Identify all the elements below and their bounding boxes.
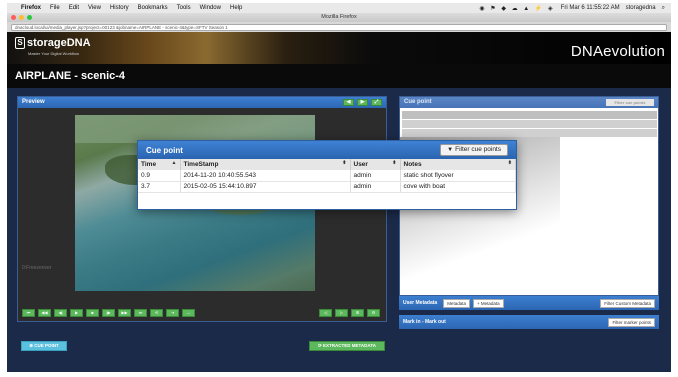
column-user[interactable]: User ⬍ [350,159,401,170]
filter-cue-points-button[interactable]: ▼ Filter cue points [440,144,508,156]
filter-custom-metadata-button[interactable]: Filter Custom Metadata [600,298,655,308]
video-frame-shore [75,115,315,143]
cell-notes: cove with boat [400,181,516,193]
cue-point-popup: Cue point ▼ Filter cue points Time ▲ TimeS… [137,140,517,210]
sort-icon[interactable]: ⬍ [392,160,396,166]
sort-asc-icon[interactable]: ▲ [172,160,177,166]
menu-edit[interactable]: Edit [69,5,79,11]
panel-table-row[interactable] [402,129,657,137]
browser-title-bar: Mozilla Firefox [7,13,671,22]
play-button[interactable]: ▶ [70,309,83,317]
logo-name: storageDNA [27,37,91,49]
page-title: AIRPLANE - scenic-4 [15,70,126,82]
table-row[interactable]: 3.7 2015-02-05 15:44:10.897 admin cove w… [138,181,516,193]
stop-button[interactable]: ■ [86,309,99,317]
cell-user: admin [350,181,401,193]
title-bar: AIRPLANE - scenic-4 [7,64,671,88]
url-bar[interactable]: dnacloud.local/ui/media_player.jsp?proje… [11,23,667,31]
go-end-button[interactable]: ⏭ [134,309,147,317]
next-frame-button[interactable]: ▶ [357,99,368,106]
cue-point-panel-title: Cue point [404,99,432,105]
volume-down-button[interactable]: ◁ [319,309,332,317]
step-back-button[interactable]: ◀| [54,309,67,317]
column-notes[interactable]: Notes ⬍ [400,159,516,170]
go-start-button[interactable]: ⏮ [22,309,35,317]
column-timestamp[interactable]: TimeStamp ⬍ [180,159,351,170]
browser-toolbar: dnacloud.local/ui/media_player.jsp?proje… [7,22,671,32]
menu-history[interactable]: History [110,5,129,11]
cell-timestamp: 2014-11-20 10:40:55.543 [180,170,351,182]
preview-title: Preview [22,99,45,105]
app-header: SstorageDNA Master Your Digital Workflow… [7,32,671,64]
fast-forward-button[interactable]: ▶▶ [118,309,131,317]
cue-point-table: Time ▲ TimeStamp ⬍ User ⬍ Notes ⬍ 0.9 2014-1… [138,159,516,193]
brand-title: DNAevolution [570,43,665,60]
grid-button[interactable]: ⊞ [351,309,364,317]
table-row[interactable]: 0.9 2014-11-20 10:40:55.543 admin static… [138,170,516,182]
cell-timestamp: 2015-02-05 15:44:10.897 [180,181,351,193]
column-time[interactable]: Time ▲ [138,159,181,170]
popup-title: Cue point [146,146,183,155]
fullscreen-button[interactable]: ⤢ [371,99,382,106]
panel-table-row[interactable] [402,120,657,128]
sort-icon[interactable]: ⬍ [508,160,512,166]
mark-in-button[interactable]: ⇥ [166,309,179,317]
menu-view[interactable]: View [88,5,101,11]
menu-help[interactable]: Help [230,5,242,11]
spotlight-icon[interactable]: ⌕ [662,5,665,12]
transport-controls-right: ◁ ▷ ⊞ ⚙ [319,309,380,317]
minimize-window-icon[interactable] [19,15,24,20]
preview-header: Preview ◀ ▶ ⤢ [18,97,386,108]
mark-in-out-bar: Mark in - Mark out Filter marker points [399,315,659,329]
cue-point-button[interactable]: ⊕ CUE POINT [21,341,67,351]
cell-user: admin [350,170,401,182]
menu-clock[interactable]: Fri Mar 6 11:55:22 AM [561,5,620,11]
filter-marker-points-button[interactable]: Filter marker points [608,317,655,327]
user-metadata-label: User Metadata [403,300,438,306]
menu-window[interactable]: Window [200,5,221,11]
close-window-icon[interactable] [11,15,16,20]
menu-app-firefox[interactable]: Firefox [21,5,41,11]
panel-table [402,111,657,138]
volume-up-button[interactable]: ▷ [335,309,348,317]
transport-controls: ⏮ ◀◀ ◀| ▶ ■ |▶ ▶▶ ⏭ ⟲ ⇥ ↔ [22,309,195,317]
cell-time: 3.7 [138,181,181,193]
cell-notes: static shot flyover [400,170,516,182]
logo-s-icon: S [15,37,25,49]
menu-user[interactable]: storagedna [626,5,656,11]
menu-tools[interactable]: Tools [177,5,191,11]
panel-filter-button[interactable]: Filter cue points [606,99,654,106]
mac-menu-bar: Firefox File Edit View History Bookmarks… [7,3,671,13]
zoom-window-icon[interactable] [27,15,32,20]
menu-file[interactable]: File [50,5,60,11]
filter-icon: ▼ [447,147,454,153]
cell-time: 0.9 [138,170,181,182]
add-metadata-button[interactable]: + Metadata [472,298,504,308]
cue-point-popup-header: Cue point ▼ Filter cue points [138,141,516,159]
menu-bookmarks[interactable]: Bookmarks [138,5,168,11]
timecode-label: 0:Freezeover [22,265,52,271]
filter-cue-points-label: Filter cue points [455,146,501,153]
table-header-row: Time ▲ TimeStamp ⬍ User ⬍ Notes ⬍ [138,159,516,170]
logo-tagline: Master Your Digital Workflow [28,51,80,56]
status-icons[interactable]: ◉ ⚑ ◆ ☁ ▲ ⚡ ◈ [479,5,554,12]
mark-out-button[interactable]: ↔ [182,309,195,317]
metadata-select[interactable]: Metadata [443,298,470,308]
loop-button[interactable]: ⟲ [150,309,163,317]
settings-button[interactable]: ⚙ [367,309,380,317]
extracted-metadata-button[interactable]: ⟳ EXTRACTED METADATA [309,341,385,351]
panel-table-header [402,111,657,119]
user-metadata-bar: User Metadata Metadata + Metadata Filter… [399,296,659,310]
sort-icon[interactable]: ⬍ [342,160,346,166]
window-controls [11,15,32,20]
step-forward-button[interactable]: |▶ [102,309,115,317]
cue-point-panel-header: Cue point Filter cue points [400,97,658,108]
mark-in-out-label: Mark in - Mark out [403,319,446,325]
prev-frame-button[interactable]: ◀ [343,99,354,106]
rewind-button[interactable]: ◀◀ [38,309,51,317]
storagedna-logo[interactable]: SstorageDNA Master Your Digital Workflow [15,37,91,56]
browser-window-title: Mozilla Firefox [321,14,357,20]
